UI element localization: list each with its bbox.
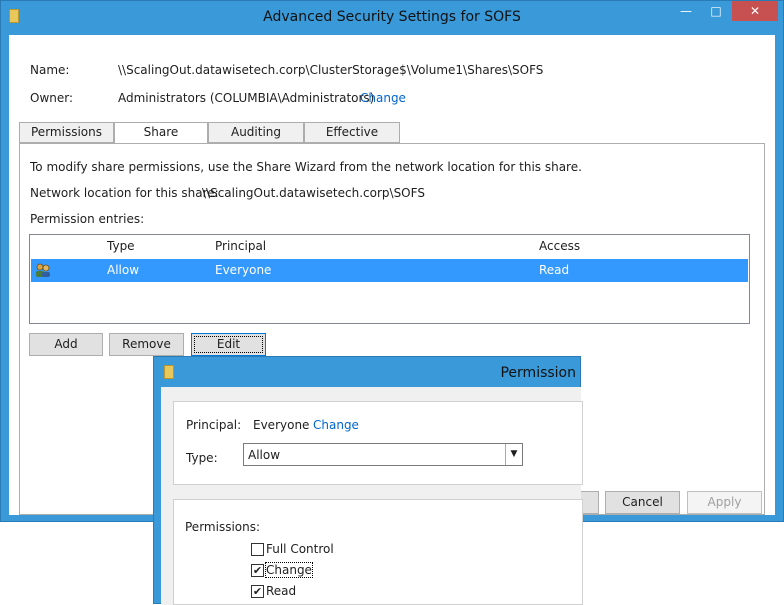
tab-auditing[interactable]: Auditing xyxy=(208,122,304,143)
permission-entries-list[interactable]: Type Principal Access Allow Everyone Rea… xyxy=(29,234,750,324)
permission-dialog-title: Permission xyxy=(500,365,576,381)
permissions-group xyxy=(173,499,583,605)
permissions-label: Permissions: xyxy=(185,520,261,534)
table-row[interactable]: Allow Everyone Read xyxy=(31,259,748,282)
row-type: Allow xyxy=(107,263,140,277)
tab-permissions[interactable]: Permissions xyxy=(19,122,114,143)
type-select-value: Allow xyxy=(248,448,281,462)
network-location-value: \\ScalingOut.datawisetech.corp\SOFS xyxy=(202,186,425,200)
read-checkbox[interactable]: ✔ xyxy=(251,585,264,598)
change-label: Change xyxy=(265,562,313,578)
add-button[interactable]: Add xyxy=(29,333,103,356)
share-info-text: To modify share permissions, use the Sha… xyxy=(30,160,582,174)
full-control-checkbox[interactable] xyxy=(251,543,264,556)
row-principal: Everyone xyxy=(215,263,272,277)
network-location-label: Network location for this share: xyxy=(30,186,219,200)
tab-share[interactable]: Share xyxy=(114,122,208,144)
title-bar[interactable]: Advanced Security Settings for SOFS — □ … xyxy=(1,1,783,35)
owner-label: Owner: xyxy=(30,91,74,105)
chevron-down-icon[interactable]: ▼ xyxy=(505,444,522,465)
principal-value: Everyone xyxy=(253,418,310,432)
principal-label: Principal: xyxy=(186,418,242,432)
cancel-button[interactable]: Cancel xyxy=(605,491,680,514)
maximize-button[interactable]: □ xyxy=(703,1,729,21)
owner-change-link[interactable]: Change xyxy=(360,91,406,105)
owner-value: Administrators (COLUMBIA\Administrators) xyxy=(118,91,375,105)
column-principal[interactable]: Principal xyxy=(215,239,266,253)
permission-dialog-client: Principal: Everyone Change Type: Permiss… xyxy=(161,387,583,605)
minimize-button[interactable]: — xyxy=(673,1,699,21)
principal-change-link[interactable]: Change xyxy=(313,418,359,432)
column-access[interactable]: Access xyxy=(539,239,580,253)
full-control-label: Full Control xyxy=(266,542,334,556)
edit-button[interactable]: Edit xyxy=(191,333,266,356)
close-button[interactable]: ✕ xyxy=(732,1,778,21)
window-title: Advanced Security Settings for SOFS xyxy=(263,9,521,25)
remove-button[interactable]: Remove xyxy=(109,333,184,356)
change-checkbox[interactable]: ✔ xyxy=(251,564,264,577)
permission-entries-label: Permission entries: xyxy=(30,212,145,226)
apply-button[interactable]: Apply xyxy=(687,491,762,514)
users-icon xyxy=(36,263,50,277)
list-header: Type Principal Access xyxy=(30,235,749,257)
permission-dialog: Permission Principal: Everyone Change Ty… xyxy=(153,356,583,605)
type-label: Type: xyxy=(186,451,218,465)
name-value: \\ScalingOut.datawisetech.corp\ClusterSt… xyxy=(118,63,544,77)
column-type[interactable]: Type xyxy=(107,239,135,253)
tab-effective-access[interactable]: Effective Access xyxy=(304,122,400,158)
read-label: Read xyxy=(266,584,297,598)
row-access: Read xyxy=(539,263,570,277)
type-select[interactable]: Allow ▼ xyxy=(243,443,523,466)
name-label: Name: xyxy=(30,63,70,77)
